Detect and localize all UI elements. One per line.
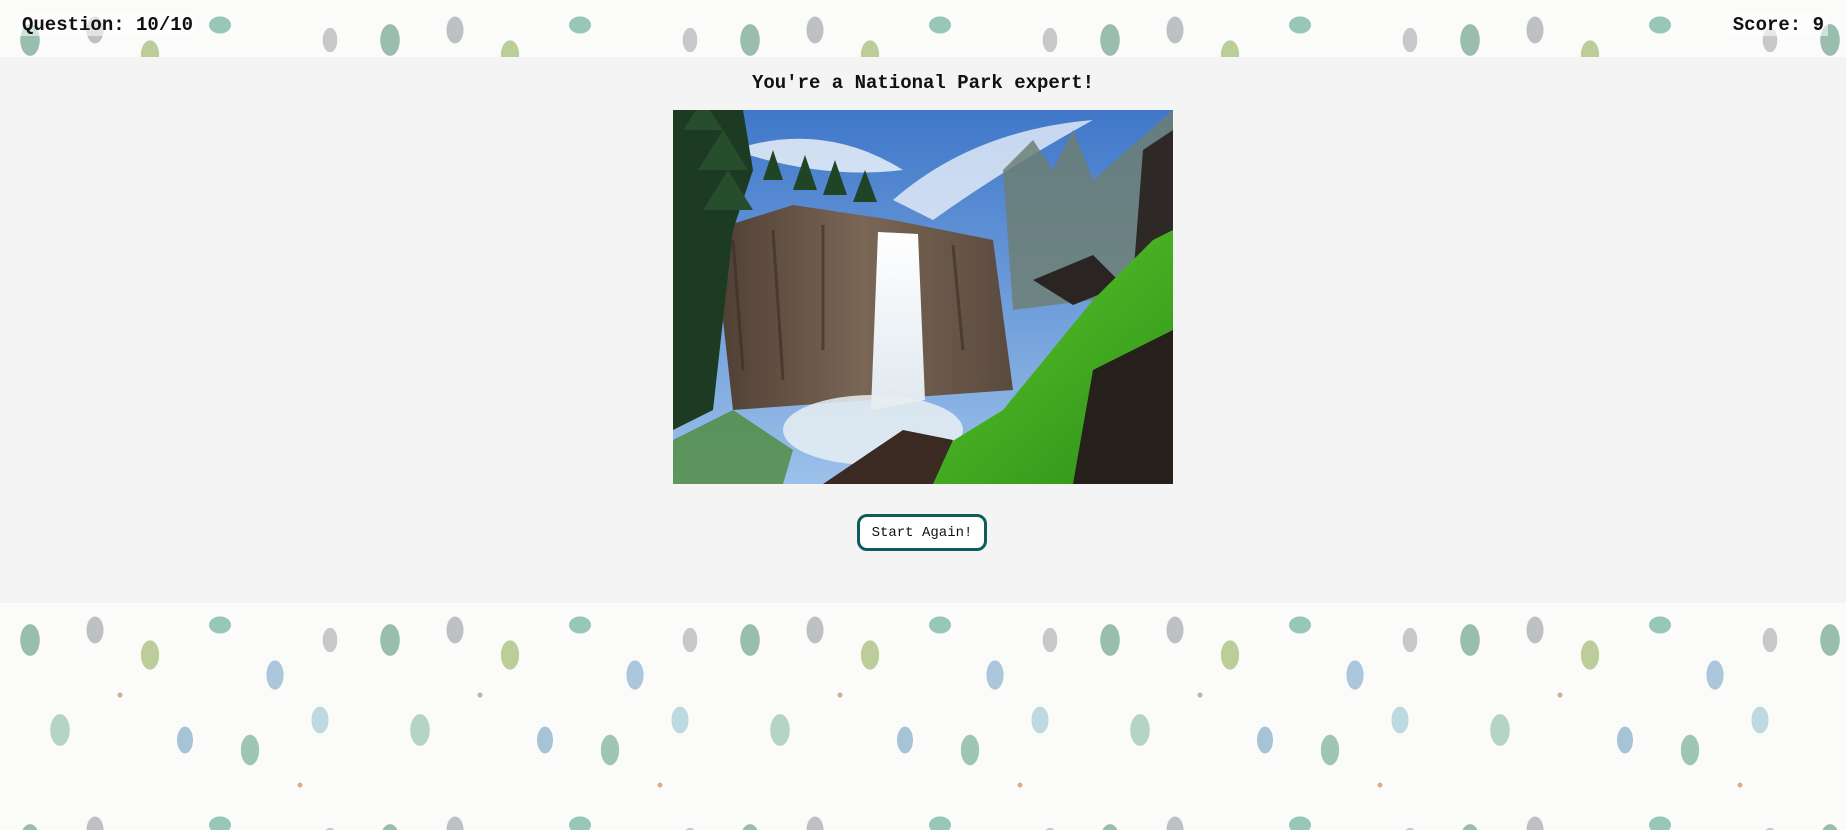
header-bar: Question: 10/10 Score: 9	[0, 0, 1846, 56]
result-panel: You're a National Park expert! Start Aga…	[0, 57, 1846, 603]
question-counter: Question: 10/10	[18, 14, 198, 36]
score-display: Score: 9	[1728, 14, 1828, 36]
start-again-button[interactable]: Start Again!	[857, 514, 987, 551]
result-title: You're a National Park expert!	[751, 72, 1095, 94]
waterfall-photo	[673, 110, 1173, 484]
